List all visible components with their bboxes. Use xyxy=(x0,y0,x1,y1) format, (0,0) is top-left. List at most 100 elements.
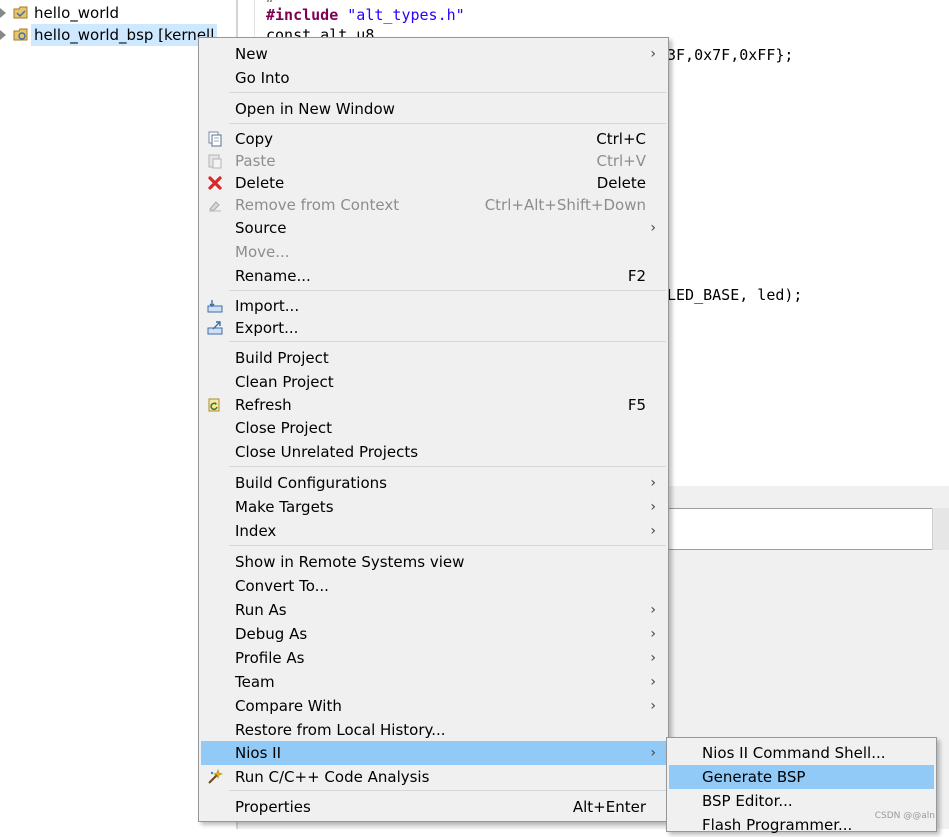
menu-item-label: Team xyxy=(235,673,275,691)
menu-item-team[interactable]: Team › xyxy=(201,670,666,694)
menu-separator xyxy=(229,290,666,291)
tree-item-label: hello_world_bsp [kernell xyxy=(31,24,218,46)
menu-item-properties[interactable]: Properties Alt+Enter xyxy=(201,795,666,819)
menu-item-label: Flash Programmer... xyxy=(702,816,853,834)
watermark: CSDN @@aln xyxy=(874,811,935,821)
menu-item-compare-with[interactable]: Compare With › xyxy=(201,694,666,718)
code-line-array: 3F,0x7F,0xFF}; xyxy=(667,46,794,64)
menu-item-restore-local-history[interactable]: Restore from Local History... xyxy=(201,718,666,742)
menu-item-shortcut: Ctrl+V xyxy=(596,152,646,170)
menu-separator xyxy=(229,466,666,467)
submenu-arrow-icon: › xyxy=(650,745,656,761)
submenu-arrow-icon: › xyxy=(650,220,656,236)
menu-item-index[interactable]: Index › xyxy=(201,519,666,543)
include-keyword: #include xyxy=(266,6,339,24)
submenu-arrow-icon: › xyxy=(650,626,656,642)
menu-item-make-targets[interactable]: Make Targets › xyxy=(201,495,666,519)
menu-item-debug-as[interactable]: Debug As › xyxy=(201,622,666,646)
menu-item-clean-project[interactable]: Clean Project xyxy=(201,370,666,394)
menu-item-label: Show in Remote Systems view xyxy=(235,553,465,571)
menu-item-label: Delete xyxy=(235,174,285,192)
menu-item-rename[interactable]: Rename... F2 xyxy=(201,264,666,288)
expand-arrow-icon[interactable] xyxy=(0,8,6,18)
include-string: "alt_types.h" xyxy=(347,6,465,24)
menu-item-convert-to[interactable]: Convert To... xyxy=(201,574,666,598)
menu-item-shortcut: Ctrl+Alt+Shift+Down xyxy=(484,196,646,214)
menu-separator xyxy=(229,790,666,791)
refresh-icon xyxy=(208,398,220,412)
menu-item-label: Remove from Context xyxy=(235,196,400,214)
delete-icon xyxy=(208,176,222,190)
menu-item-label: Copy xyxy=(235,130,274,148)
menu-item-label: Run As xyxy=(235,601,287,619)
menu-item-label: Convert To... xyxy=(235,577,329,595)
menu-item-label: BSP Editor... xyxy=(702,792,793,810)
menu-item-run-code-analysis[interactable]: Run C/C++ Code Analysis xyxy=(201,765,666,789)
remove-context-icon xyxy=(209,201,221,212)
menu-item-label: Nios II xyxy=(235,744,281,762)
menu-item-label: Rename... xyxy=(235,267,311,285)
menu-item-shortcut: Alt+Enter xyxy=(572,798,646,816)
menu-item-move[interactable]: Move... xyxy=(201,240,666,264)
menu-item-label: Refresh xyxy=(235,396,292,414)
menu-item-build-configurations[interactable]: Build Configurations › xyxy=(201,471,666,495)
menu-item-run-as[interactable]: Run As › xyxy=(201,598,666,622)
menu-item-label: Go Into xyxy=(235,69,290,87)
menu-item-source[interactable]: Source › xyxy=(201,216,666,240)
menu-item-nios-ii[interactable]: Nios II › xyxy=(201,741,666,765)
menu-item-label: Clean Project xyxy=(235,373,334,391)
menu-item-remove-from-context[interactable]: Remove from Context Ctrl+Alt+Shift+Down xyxy=(201,193,666,217)
code-line-write: LED_BASE, led); xyxy=(667,286,803,304)
menu-item-label: Generate BSP xyxy=(702,768,806,786)
menu-item-export[interactable]: Export... xyxy=(201,316,666,340)
menu-separator xyxy=(229,92,666,93)
menu-item-label: Close Unrelated Projects xyxy=(235,443,419,461)
menu-item-label: Build Configurations xyxy=(235,474,387,492)
menu-item-import[interactable]: Import... xyxy=(201,294,666,318)
menu-item-shortcut: Ctrl+C xyxy=(596,130,646,148)
project-folder-icon xyxy=(13,6,28,19)
submenu-arrow-icon: › xyxy=(650,650,656,666)
menu-item-copy[interactable]: Copy Ctrl+C xyxy=(201,127,666,151)
menu-item-open-new-window[interactable]: Open in New Window xyxy=(201,97,666,121)
menu-item-build-project[interactable]: Build Project xyxy=(201,346,666,370)
submenu-arrow-icon: › xyxy=(650,475,656,491)
context-menu: New › Go Into Open in New Window Copy Ct… xyxy=(198,37,669,822)
import-icon xyxy=(207,300,223,313)
menu-item-label: Restore from Local History... xyxy=(235,721,446,739)
expand-arrow-icon[interactable] xyxy=(0,30,6,40)
menu-item-label: Import... xyxy=(235,297,300,315)
submenu-item-generate-bsp[interactable]: Generate BSP xyxy=(669,765,934,789)
menu-item-profile-as[interactable]: Profile As › xyxy=(201,646,666,670)
menu-item-label: Debug As xyxy=(235,625,308,643)
paste-icon xyxy=(208,154,222,169)
menu-item-label: Index xyxy=(235,522,277,540)
menu-item-new[interactable]: New › xyxy=(201,42,666,66)
submenu-item-nios-command-shell[interactable]: Nios II Command Shell... xyxy=(669,741,934,765)
menu-item-label: Build Project xyxy=(235,349,329,367)
copy-icon xyxy=(208,131,222,147)
menu-item-label: Paste xyxy=(235,152,276,170)
menu-item-label: Close Project xyxy=(235,419,332,437)
menu-item-delete[interactable]: Delete Delete xyxy=(201,171,666,195)
tree-item-label: hello_world xyxy=(34,4,120,22)
menu-item-close-unrelated-projects[interactable]: Close Unrelated Projects xyxy=(201,440,666,464)
export-icon xyxy=(207,321,223,335)
code-line-include: #include "alt_types.h" xyxy=(266,4,465,26)
menu-item-refresh[interactable]: Refresh F5 xyxy=(201,393,666,417)
submenu-item-bsp-editor[interactable]: BSP Editor... xyxy=(669,789,934,813)
menu-item-close-project[interactable]: Close Project xyxy=(201,416,666,440)
bsp-project-folder-icon xyxy=(13,28,28,41)
submenu-arrow-icon: › xyxy=(650,602,656,618)
menu-item-label: Compare With xyxy=(235,697,342,715)
menu-item-label: Open in New Window xyxy=(235,100,395,118)
panel-scrollbar[interactable] xyxy=(932,508,949,550)
code-analysis-icon xyxy=(208,769,223,784)
menu-item-paste[interactable]: Paste Ctrl+V xyxy=(201,149,666,173)
submenu-arrow-icon: › xyxy=(650,46,656,62)
menu-item-label: Move... xyxy=(235,243,290,261)
menu-item-label: Run C/C++ Code Analysis xyxy=(235,768,430,786)
menu-separator xyxy=(229,341,666,342)
menu-item-show-remote-systems[interactable]: Show in Remote Systems view xyxy=(201,550,666,574)
menu-item-go-into[interactable]: Go Into xyxy=(201,66,666,90)
